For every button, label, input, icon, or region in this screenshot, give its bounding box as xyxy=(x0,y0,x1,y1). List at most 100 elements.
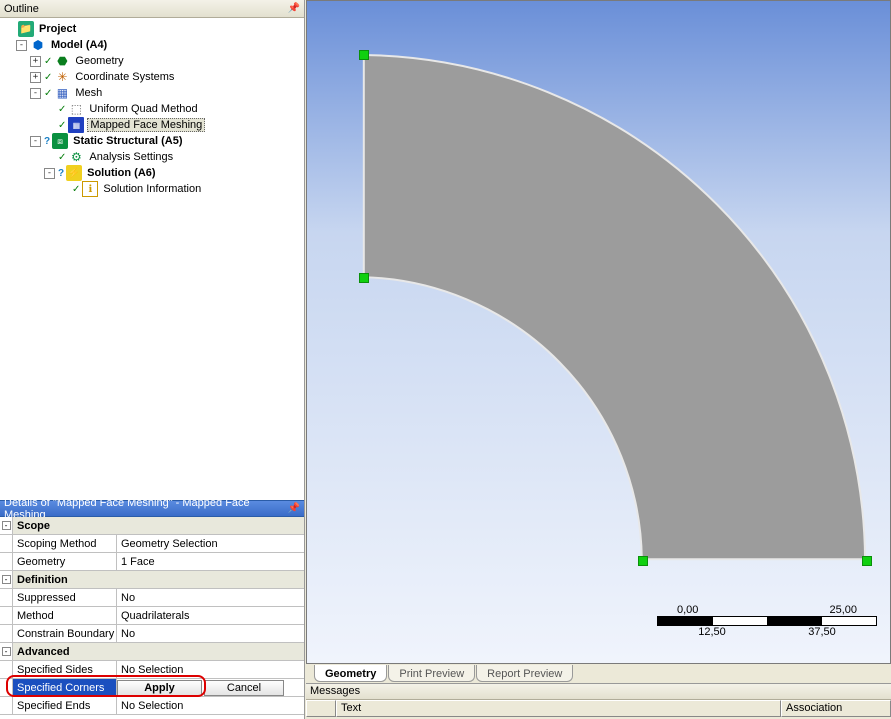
toggle-geometry[interactable]: + xyxy=(30,56,41,67)
toggle-model[interactable]: - xyxy=(16,40,27,51)
prop-name: Method xyxy=(13,607,117,624)
apply-button[interactable]: Apply xyxy=(117,680,202,696)
tree-geometry[interactable]: + ⬣ Geometry xyxy=(2,53,302,69)
prop-name: Constrain Boundary xyxy=(13,625,117,642)
tree-geometry-label: Geometry xyxy=(73,55,125,67)
outline-tree: 📁 Project - ⬢ Model (A4) + ⬣ Geometry + … xyxy=(0,18,304,498)
prop-name: Geometry xyxy=(13,553,117,570)
tab-report-preview[interactable]: Report Preview xyxy=(476,665,573,682)
tab-geometry[interactable]: Geometry xyxy=(314,665,387,682)
pin-icon[interactable]: 📌 xyxy=(288,3,300,14)
toggle-static[interactable]: - xyxy=(30,136,41,147)
graphics-viewport[interactable]: 0,00 25,00 12,50 37,50 xyxy=(306,0,891,664)
tree-solinfo[interactable]: ℹ Solution Information xyxy=(2,181,302,197)
project-icon: 📁 xyxy=(18,21,34,37)
question-icon xyxy=(44,135,52,147)
tree-solution[interactable]: - ⚡ Solution (A6) xyxy=(2,165,302,181)
prop-name: Specified Corners xyxy=(13,679,117,696)
toggle-mesh[interactable]: - xyxy=(30,88,41,99)
check-icon xyxy=(44,71,54,83)
prop-value[interactable]: No Selection xyxy=(117,697,304,714)
section-scope[interactable]: - Scope xyxy=(0,517,304,535)
outline-pane: Outline 📌 📁 Project - ⬢ Model (A4) + ⬣ G… xyxy=(0,0,305,719)
tree-model[interactable]: - ⬢ Model (A4) xyxy=(2,37,302,53)
row-constrain-boundary[interactable]: Constrain Boundary No xyxy=(0,625,304,643)
scale-ruler: 0,00 25,00 12,50 37,50 xyxy=(657,604,877,638)
collapse-icon[interactable]: - xyxy=(2,575,11,584)
section-definition-label: Definition xyxy=(13,571,304,588)
tree-static[interactable]: - ⧈ Static Structural (A5) xyxy=(2,133,302,149)
question-icon xyxy=(58,167,66,179)
row-method[interactable]: Method Quadrilaterals xyxy=(0,607,304,625)
toggle-solution[interactable]: - xyxy=(44,168,55,179)
messages-columns: Text Association xyxy=(306,700,891,717)
tree-static-label: Static Structural (A5) xyxy=(71,135,184,147)
outline-header: Outline 📌 xyxy=(0,0,304,18)
vertex-handle[interactable] xyxy=(359,273,369,283)
prop-value[interactable]: Geometry Selection xyxy=(117,535,304,552)
prop-name: Specified Sides xyxy=(13,661,117,678)
collapse-icon[interactable]: - xyxy=(2,647,11,656)
row-geometry[interactable]: Geometry 1 Face xyxy=(0,553,304,571)
quarter-ring-face[interactable] xyxy=(364,55,865,559)
prop-value-apply: Apply Cancel xyxy=(117,679,304,696)
tree-uniform-quad[interactable]: ⬚ Uniform Quad Method xyxy=(2,101,302,117)
tree-analysis[interactable]: ⚙ Analysis Settings xyxy=(2,149,302,165)
static-icon: ⧈ xyxy=(52,133,68,149)
messages-col-text[interactable]: Text xyxy=(336,700,781,717)
tree-solution-label: Solution (A6) xyxy=(85,167,157,179)
prop-name: Suppressed xyxy=(13,589,117,606)
prop-value[interactable]: Quadrilaterals xyxy=(117,607,304,624)
prop-value[interactable]: 1 Face xyxy=(117,553,304,570)
tab-print-preview[interactable]: Print Preview xyxy=(388,665,475,682)
tree-mesh[interactable]: - ▦ Mesh xyxy=(2,85,302,101)
check-icon xyxy=(58,119,68,131)
cancel-button[interactable]: Cancel xyxy=(204,680,284,696)
section-advanced-label: Advanced xyxy=(13,643,304,660)
messages-header: Messages xyxy=(306,684,891,700)
collapse-icon[interactable]: - xyxy=(2,521,11,530)
ruler-bar xyxy=(657,616,877,626)
row-specified-ends[interactable]: Specified Ends No Selection xyxy=(0,697,304,715)
viewport-tabs: Geometry Print Preview Report Preview xyxy=(306,665,891,684)
tree-mapped-face[interactable]: ▦ Mapped Face Meshing xyxy=(2,117,302,133)
section-definition[interactable]: - Definition xyxy=(0,571,304,589)
solution-icon: ⚡ xyxy=(66,165,82,181)
ruler-tick: 0,00 xyxy=(677,604,698,616)
section-scope-label: Scope xyxy=(13,517,304,534)
details-grid: - Scope Scoping Method Geometry Selectio… xyxy=(0,517,304,719)
row-specified-corners[interactable]: Specified Corners Apply Cancel xyxy=(0,679,304,697)
check-icon xyxy=(58,103,68,115)
tree-coord-label: Coordinate Systems xyxy=(73,71,176,83)
tree-analysis-label: Analysis Settings xyxy=(87,151,175,163)
row-specified-sides[interactable]: Specified Sides No Selection xyxy=(0,661,304,679)
vertex-handle[interactable] xyxy=(862,556,872,566)
messages-col-assoc[interactable]: Association xyxy=(781,700,891,717)
tree-project[interactable]: 📁 Project xyxy=(2,21,302,37)
tree-solinfo-label: Solution Information xyxy=(101,183,203,195)
prop-value[interactable]: No xyxy=(117,589,304,606)
section-advanced[interactable]: - Advanced xyxy=(0,643,304,661)
details-header: Details of "Mapped Face Meshing" - Mappe… xyxy=(0,500,304,517)
row-scoping-method[interactable]: Scoping Method Geometry Selection xyxy=(0,535,304,553)
prop-value[interactable]: No Selection xyxy=(117,661,304,678)
vertex-handle[interactable] xyxy=(359,50,369,60)
check-icon xyxy=(44,87,54,99)
prop-name: Scoping Method xyxy=(13,535,117,552)
messages-col-icon[interactable] xyxy=(306,700,336,717)
pin-icon[interactable]: 📌 xyxy=(288,503,300,514)
prop-value[interactable]: No xyxy=(117,625,304,642)
row-suppressed[interactable]: Suppressed No xyxy=(0,589,304,607)
tree-coord[interactable]: + ✳ Coordinate Systems xyxy=(2,69,302,85)
solinfo-icon: ℹ xyxy=(82,181,98,197)
vertex-handle[interactable] xyxy=(638,556,648,566)
method-icon: ⬚ xyxy=(68,101,84,117)
ruler-tick: 12,50 xyxy=(698,626,726,638)
tree-mapped-face-label: Mapped Face Meshing xyxy=(87,118,205,132)
model-icon: ⬢ xyxy=(30,37,46,53)
toggle-coord[interactable]: + xyxy=(30,72,41,83)
tree-uniform-quad-label: Uniform Quad Method xyxy=(87,103,199,115)
ruler-tick: 25,00 xyxy=(829,604,857,616)
check-icon xyxy=(72,183,82,195)
mesh-icon: ▦ xyxy=(54,85,70,101)
